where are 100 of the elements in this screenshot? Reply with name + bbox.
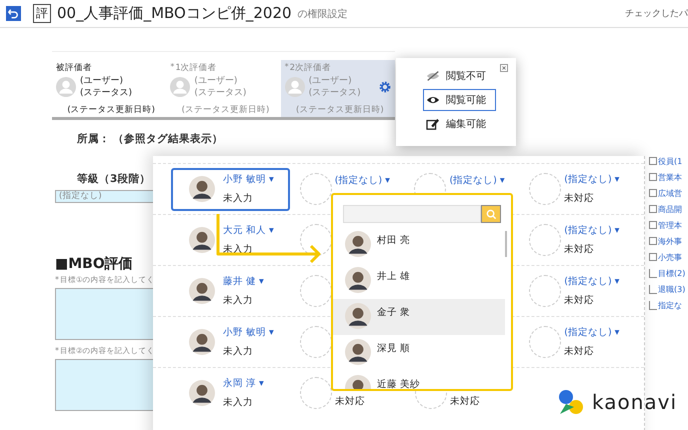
tree-item[interactable]: 役員(1 <box>658 156 682 166</box>
status-label: 未対応 <box>564 243 596 256</box>
tree-item[interactable]: 商品開 <box>658 204 682 214</box>
status-label: 未入力 <box>223 294 254 307</box>
status-label: 未対応 <box>450 395 480 408</box>
tree-item[interactable]: 営業本 <box>658 172 682 182</box>
status-label: 未入力 <box>223 396 254 409</box>
edit-icon <box>426 118 440 130</box>
user-label: (ユーザー) <box>80 75 124 87</box>
status-label: (ステータス) <box>80 87 132 99</box>
evaluator-label: 1次評価者 <box>175 63 217 73</box>
goal-text-area[interactable] <box>55 359 155 411</box>
tree-item[interactable]: 海外事 <box>658 236 682 246</box>
header-note: チェックしたパ <box>625 8 688 20</box>
avatar-icon <box>189 176 215 202</box>
person-dropdown[interactable]: 永岡 淳 ▾ <box>223 377 264 390</box>
required-mark: * <box>284 62 289 71</box>
expand-icon[interactable] <box>649 221 657 229</box>
eye-icon <box>426 94 440 106</box>
person-dropdown[interactable]: (指定なし) ▾ <box>449 174 505 187</box>
status-date-label: (ステータス更新日時) <box>180 104 270 116</box>
expand-icon[interactable] <box>649 205 657 213</box>
required-mark: * <box>55 275 59 285</box>
tree-item[interactable]: 退職(3) <box>658 284 686 294</box>
status-label: 未対応 <box>564 294 596 307</box>
selected-cell[interactable]: 小野 敏明 ▾ 未入力 <box>171 168 290 210</box>
avatar-icon <box>345 303 371 329</box>
empty-avatar-icon <box>529 173 562 205</box>
menu-item[interactable]: 閲覧可能 <box>423 89 496 111</box>
person-option[interactable]: 村田 亮 <box>333 227 505 263</box>
expand-icon[interactable] <box>649 189 657 197</box>
back-icon[interactable] <box>6 6 21 21</box>
menu-item[interactable]: 閲覧不可 <box>423 65 496 87</box>
avatar-icon <box>189 380 215 406</box>
status-label: 未対応 <box>335 395 365 408</box>
empty-avatar-icon <box>529 326 562 358</box>
person-dropdown[interactable]: 小野 敏明 ▾ <box>223 326 274 339</box>
affiliation-value: （参照タグ結果表示） <box>113 132 223 146</box>
avatar-icon <box>170 77 190 97</box>
tree-item[interactable]: 目標(2) <box>658 268 686 278</box>
person-dropdown[interactable]: (指定なし) ▾ <box>334 174 390 187</box>
person-option[interactable]: 近藤 美紗 <box>333 371 505 389</box>
person-option[interactable]: 井上 雄 <box>333 263 505 299</box>
evaluator-label: 被評価者 <box>56 63 92 73</box>
goal-text-area[interactable] <box>55 288 155 340</box>
expand-icon[interactable] <box>649 157 657 165</box>
affiliation-label: 所属： <box>77 132 110 146</box>
menu-item[interactable]: 編集可能 <box>423 113 496 135</box>
expand-icon[interactable] <box>649 173 657 181</box>
empty-avatar-icon <box>529 224 562 256</box>
avatar-icon <box>345 339 371 365</box>
grade-select[interactable]: (指定なし) <box>55 190 155 203</box>
close-icon[interactable] <box>500 64 508 72</box>
status-label: 未入力 <box>223 345 254 358</box>
tree-item[interactable]: 管理本 <box>658 220 682 230</box>
person-option[interactable]: 金子 衆 <box>333 299 505 335</box>
expand-icon[interactable] <box>649 237 657 245</box>
tree-item[interactable]: 指定な <box>658 300 682 310</box>
status-date-label: (ステータス更新日時) <box>295 104 385 116</box>
tree-item[interactable]: 小売事 <box>658 252 682 262</box>
avatar-icon <box>345 231 371 257</box>
required-mark: * <box>170 62 174 71</box>
search-field[interactable] <box>343 205 481 223</box>
page-subtitle: の権限設定 <box>298 8 348 20</box>
status-label: 未対応 <box>564 345 596 358</box>
user-label: (ユーザー) <box>308 75 353 87</box>
user-label: (ユーザー) <box>194 75 238 87</box>
person-dropdown[interactable]: 小野 敏明 ▾ <box>223 173 274 186</box>
section-title: ■MBO評価 <box>55 255 134 273</box>
search-button[interactable] <box>481 205 501 223</box>
status-label: 未対応 <box>564 192 596 205</box>
person-dropdown[interactable]: (指定なし) ▾ <box>564 224 620 237</box>
person-dropdown[interactable]: 大元 和人 ▾ <box>223 224 274 237</box>
avatar-icon <box>345 267 371 293</box>
person-dropdown[interactable]: (指定なし) ▾ <box>564 326 620 339</box>
logo-text: kaonavi <box>592 390 678 414</box>
evaluator-label: 2次評価者 <box>290 63 332 73</box>
person-dropdown[interactable]: 藤井 健 ▾ <box>223 275 264 288</box>
sheet-badge: 評 <box>33 4 51 23</box>
avatar-icon <box>189 329 215 355</box>
status-date-label: (ステータス更新日時) <box>66 104 156 116</box>
page-title: 00_人事評価_MBOコンピ併_2020 <box>57 4 292 23</box>
person-dropdown[interactable]: (指定なし) ▾ <box>564 275 620 288</box>
avatar-icon <box>189 227 215 253</box>
person-option[interactable]: 深見 順 <box>333 335 505 371</box>
person-dropdown[interactable]: (指定なし) ▾ <box>564 173 620 186</box>
status-label: (ステータス) <box>308 87 361 99</box>
logo-icon <box>556 387 586 417</box>
required-mark: * <box>55 346 59 356</box>
expand-icon[interactable] <box>649 253 657 261</box>
avatar-icon <box>189 278 215 304</box>
tree-item[interactable]: 広域営 <box>658 188 682 198</box>
avatar-icon <box>56 77 76 97</box>
avatar-icon <box>284 77 305 97</box>
search-icon <box>486 208 496 220</box>
grade-label: 等級（3段階） <box>77 172 152 186</box>
eye-crossed-icon <box>426 70 440 82</box>
status-label: 未入力 <box>223 192 254 205</box>
empty-avatar-icon <box>529 275 562 307</box>
status-label: (ステータス) <box>194 87 246 99</box>
